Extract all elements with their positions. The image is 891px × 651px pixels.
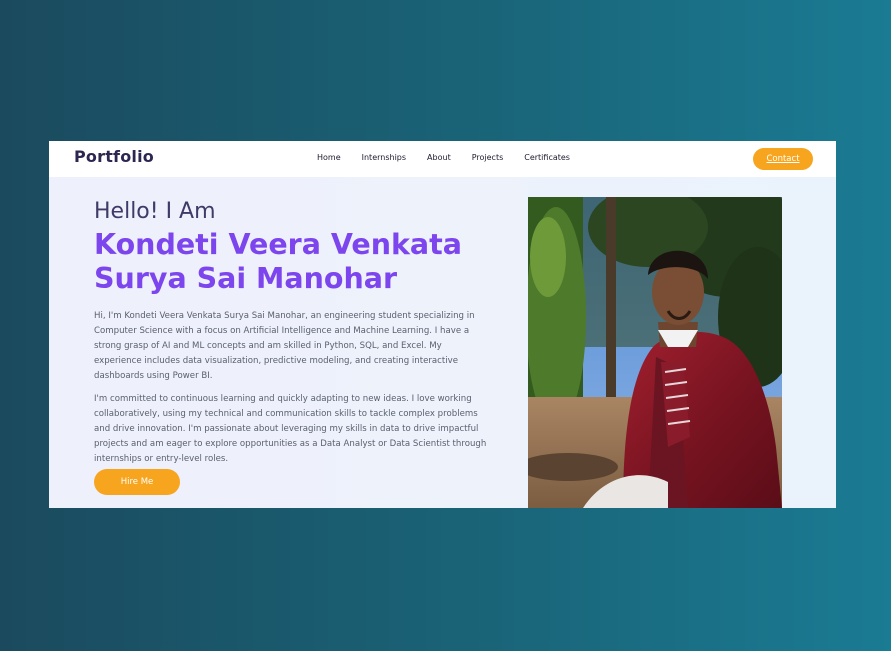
contact-button[interactable]: Contact <box>753 148 813 170</box>
profile-photo <box>528 197 782 508</box>
hero-greeting: Hello! I Am <box>94 199 216 224</box>
nav-link-projects[interactable]: Projects <box>472 153 504 162</box>
bio-paragraph-2: I'm committed to continuous learning and… <box>94 394 487 465</box>
logo[interactable]: Portfolio <box>74 147 154 166</box>
hero-name: Kondeti Veera Venkata Surya Sai Manohar <box>94 228 463 295</box>
nav-link-certificates[interactable]: Certificates <box>524 153 570 162</box>
portfolio-page: Portfolio Home Internships About Project… <box>49 141 836 508</box>
hire-me-button[interactable]: Hire Me <box>94 469 180 495</box>
nav-links: Home Internships About Projects Certific… <box>317 153 570 162</box>
nav-link-about[interactable]: About <box>427 153 451 162</box>
nav-link-home[interactable]: Home <box>317 153 341 162</box>
nav-link-internships[interactable]: Internships <box>362 153 406 162</box>
navbar: Portfolio Home Internships About Project… <box>49 141 836 177</box>
bio-paragraph-1: Hi, I'm Kondeti Veera Venkata Surya Sai … <box>94 311 475 382</box>
